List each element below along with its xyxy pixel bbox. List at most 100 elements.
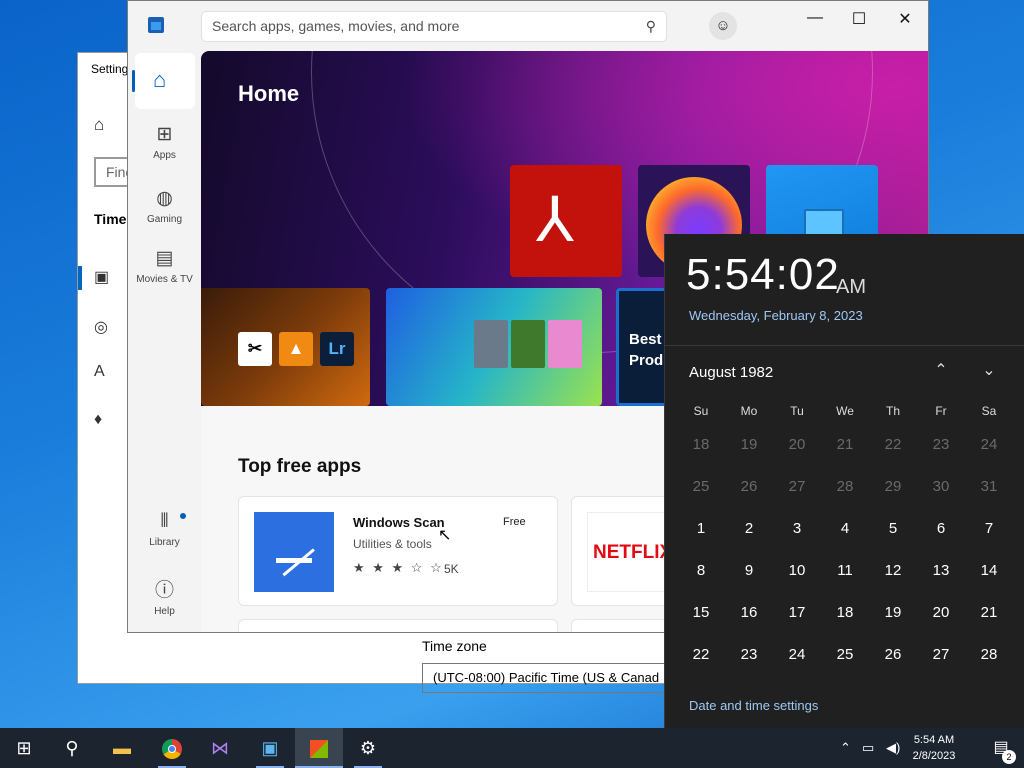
calendar-day[interactable]: 20 xyxy=(917,592,965,634)
minimize-button[interactable]: — xyxy=(800,9,830,27)
sidebar-item-help[interactable]: ⓘ Help xyxy=(128,575,201,617)
app-card[interactable] xyxy=(238,619,558,632)
home-icon: ⌂ xyxy=(153,67,167,92)
calendar-day[interactable]: 20 xyxy=(773,424,821,466)
calendar-day[interactable]: 21 xyxy=(821,424,869,466)
calendar-day[interactable]: 9 xyxy=(725,550,773,592)
calendar-day[interactable]: 19 xyxy=(725,424,773,466)
language-icon[interactable]: A xyxy=(94,363,105,381)
control-panel-icon[interactable]: ▣ xyxy=(246,728,294,768)
clock-date[interactable]: Wednesday, February 8, 2023 xyxy=(689,308,863,323)
maximize-button[interactable]: ☐ xyxy=(844,9,874,29)
tile-label: Best Prod xyxy=(629,331,664,369)
calendar-day[interactable]: 30 xyxy=(917,466,965,508)
notification-center-icon[interactable]: ▤ 2 xyxy=(978,728,1024,768)
taskbar-clock[interactable]: 5:54 AM 2/8/2023 xyxy=(906,732,962,764)
calendar-day[interactable]: 14 xyxy=(965,550,1013,592)
calendar-day[interactable]: 18 xyxy=(821,592,869,634)
calendar-day[interactable]: 3 xyxy=(773,508,821,550)
calendar-day[interactable]: 4 xyxy=(821,508,869,550)
settings-title: Setting xyxy=(91,62,129,76)
calendar-day[interactable]: 18 xyxy=(677,424,725,466)
calendar-day[interactable]: 7 xyxy=(965,508,1013,550)
calendar-day[interactable]: 25 xyxy=(677,466,725,508)
chevron-up-icon[interactable]: ⌃ xyxy=(929,360,953,380)
sidebar-item-movies[interactable]: ▤ Movies & TV xyxy=(128,247,201,285)
date-time-settings-link[interactable]: Date and time settings xyxy=(689,698,818,713)
search-icon[interactable]: ⚲ xyxy=(48,728,96,768)
calendar-day[interactable]: 23 xyxy=(917,424,965,466)
calendar-week: 15 16 17 18 19 20 21 xyxy=(677,592,1013,634)
settings-gear-icon[interactable]: ⚙ xyxy=(344,728,392,768)
calendar-day[interactable]: 19 xyxy=(869,592,917,634)
calendar-day[interactable]: 25 xyxy=(821,634,869,676)
timezone-dropdown[interactable]: (UTC-08:00) Pacific Time (US & Canad xyxy=(422,663,682,693)
calendar-day[interactable]: 17 xyxy=(773,592,821,634)
notification-badge: 2 xyxy=(1002,750,1016,764)
volume-icon[interactable]: ◀) xyxy=(886,728,900,768)
taskbar-time: 5:54 AM xyxy=(913,734,955,746)
calendar-day[interactable]: 15 xyxy=(677,592,725,634)
calendar-day[interactable]: 28 xyxy=(965,634,1013,676)
sidebar-item-library[interactable]: ⫴ Library xyxy=(128,511,201,548)
visual-studio-icon[interactable]: ⋈ xyxy=(196,728,244,768)
sidebar-item-label: Gaming xyxy=(146,214,182,225)
chrome-icon[interactable] xyxy=(148,728,196,768)
close-button[interactable]: ✕ xyxy=(890,9,920,29)
divider xyxy=(665,345,1024,346)
calendar-day[interactable]: 26 xyxy=(725,466,773,508)
network-icon[interactable]: ▭ xyxy=(862,728,874,768)
start-button[interactable]: ⊞ xyxy=(0,728,48,768)
calendar-day[interactable]: 28 xyxy=(821,466,869,508)
sidebar-item-gaming[interactable]: ◍ Gaming xyxy=(128,187,201,225)
calendar-day[interactable]: 22 xyxy=(677,634,725,676)
calendar-day[interactable]: 22 xyxy=(869,424,917,466)
weekday-label: Th xyxy=(885,404,900,418)
sidebar-item-home[interactable]: ⌂ xyxy=(132,53,195,109)
weekday-label: Su xyxy=(693,404,709,418)
candy-crush-cover xyxy=(548,320,582,368)
calendar-clock-icon[interactable]: ▣ xyxy=(94,267,109,287)
acrobat-tile[interactable]: ⅄ xyxy=(510,165,622,277)
calendar-day[interactable]: 5 xyxy=(869,508,917,550)
calendar-day[interactable]: 24 xyxy=(965,424,1013,466)
calendar-day[interactable]: 26 xyxy=(869,634,917,676)
store-search-input[interactable]: Search apps, games, movies, and more ⚲ xyxy=(201,11,667,42)
app-name: Windows Scan xyxy=(353,515,445,530)
calendar-day[interactable]: 11 xyxy=(821,550,869,592)
calendar-day[interactable]: 23 xyxy=(725,634,773,676)
sidebar-item-apps[interactable]: ⊞ Apps xyxy=(128,123,201,161)
calendar-day[interactable]: 2 xyxy=(725,508,773,550)
calendar-day[interactable]: 27 xyxy=(773,466,821,508)
calendar-day[interactable]: 10 xyxy=(773,550,821,592)
sidebar-item-label: Help xyxy=(154,606,175,617)
calendar-day[interactable]: 1 xyxy=(677,508,725,550)
weekday-label: Mo xyxy=(740,404,758,418)
calendar-day[interactable]: 27 xyxy=(917,634,965,676)
calendar-day[interactable]: 29 xyxy=(869,466,917,508)
chevron-up-icon[interactable]: ⌃ xyxy=(840,728,851,768)
home-icon[interactable]: ⌂ xyxy=(94,115,104,135)
calendar-day[interactable]: 31 xyxy=(965,466,1013,508)
roblox-cover xyxy=(474,320,508,368)
microphone-icon[interactable]: ♦ xyxy=(94,411,102,429)
price-badge: Free xyxy=(503,516,526,528)
calendar-day[interactable]: 8 xyxy=(677,550,725,592)
store-titlebar: Search apps, games, movies, and more ⚲ ☺… xyxy=(128,1,928,51)
calendar-day[interactable]: 6 xyxy=(917,508,965,550)
store-taskbar-icon[interactable] xyxy=(295,728,343,768)
app-card-windows-scan[interactable]: Windows Scan Utilities & tools ★ ★ ★ ☆ ☆… xyxy=(238,496,558,606)
calendar-day[interactable]: 24 xyxy=(773,634,821,676)
calendar-day[interactable]: 21 xyxy=(965,592,1013,634)
creative-apps-tile[interactable]: ✂ ▲ Lr xyxy=(201,288,370,406)
chevron-down-icon[interactable]: ⌄ xyxy=(977,360,1001,380)
calendar-day[interactable]: 16 xyxy=(725,592,773,634)
calendar-month[interactable]: August 1982 xyxy=(689,364,773,381)
account-avatar-icon[interactable]: ☺ xyxy=(709,12,737,40)
games-tile[interactable] xyxy=(386,288,602,406)
globe-icon[interactable]: ◎ xyxy=(94,317,108,337)
search-icon[interactable]: ⚲ xyxy=(646,12,656,41)
calendar-day[interactable]: 12 xyxy=(869,550,917,592)
file-explorer-icon[interactable]: ▬ xyxy=(98,728,146,768)
calendar-day[interactable]: 13 xyxy=(917,550,965,592)
